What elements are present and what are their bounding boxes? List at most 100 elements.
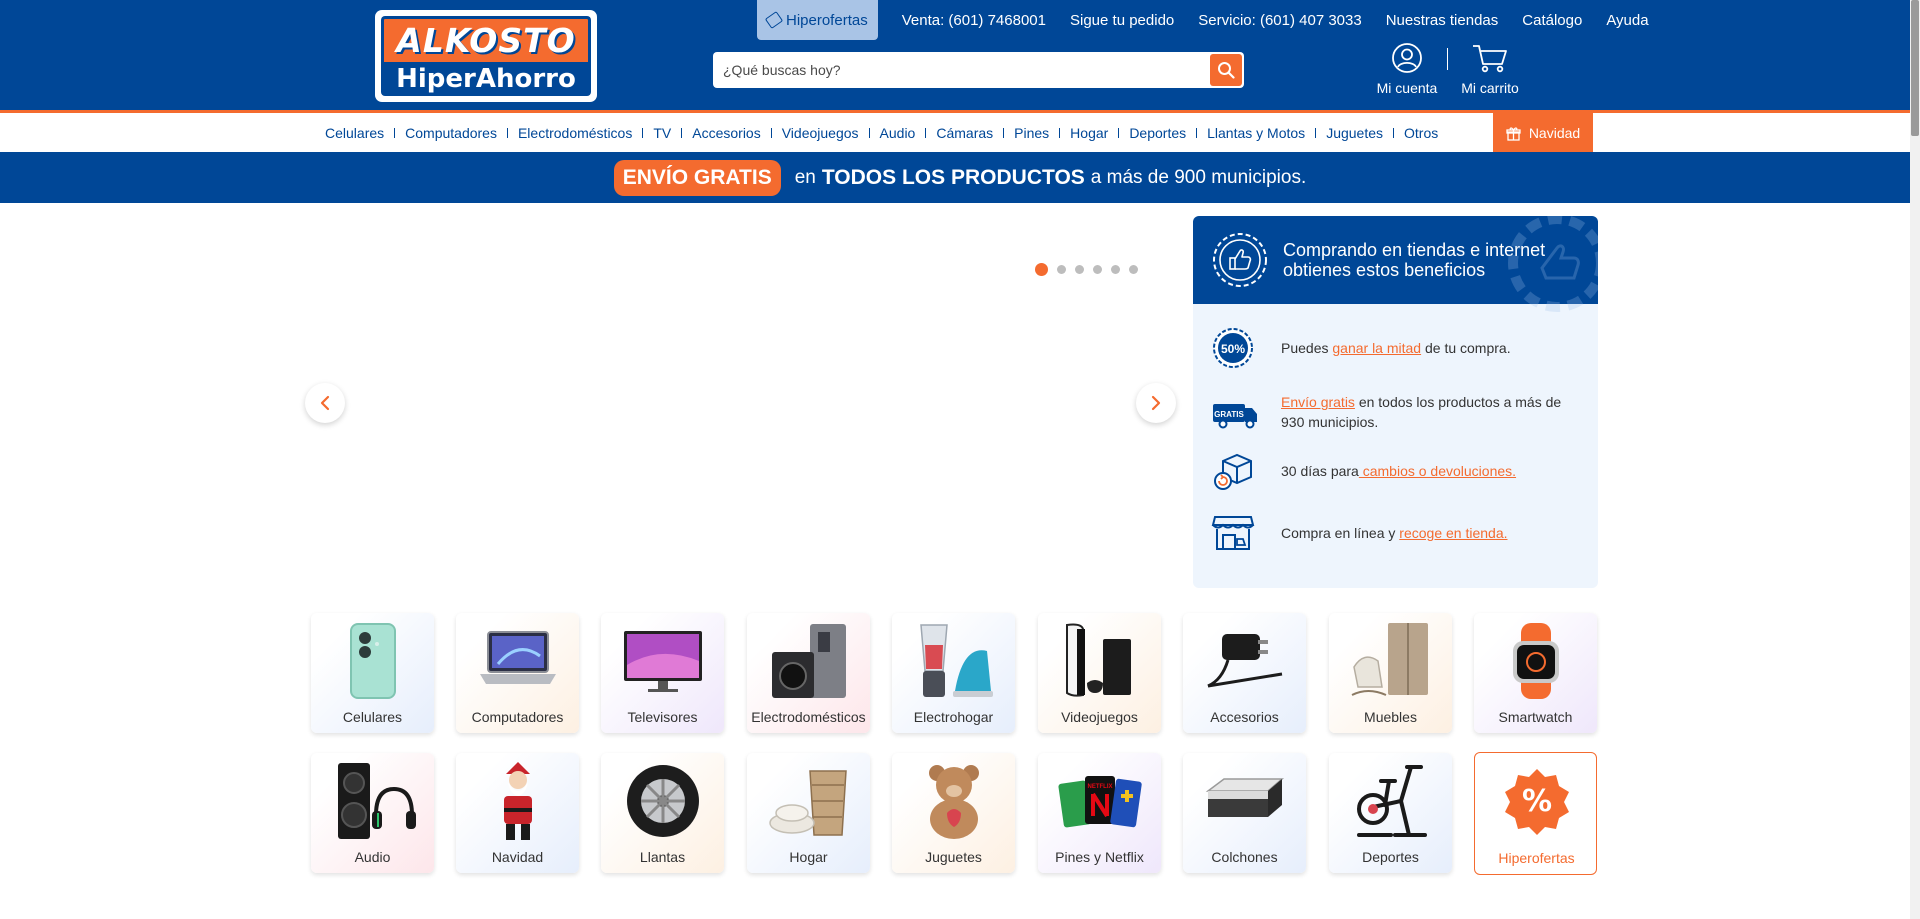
carousel-dot[interactable] — [1057, 265, 1066, 274]
search-bar — [713, 52, 1244, 88]
tile-smartwatch[interactable]: Smartwatch — [1474, 613, 1597, 733]
my-account-link[interactable]: Mi cuenta — [1372, 40, 1442, 96]
carousel-prev-button[interactable] — [305, 383, 345, 423]
exercise-bike-image — [1329, 753, 1452, 848]
tile-label: Videojuegos — [1061, 709, 1138, 725]
nav-hogar[interactable]: Hogar — [1062, 125, 1116, 141]
nav-otros[interactable]: Otros — [1396, 125, 1446, 141]
furniture-image — [1329, 613, 1452, 708]
logo-subtitle: HiperAhorro — [381, 62, 591, 96]
nav-camaras[interactable]: Cámaras — [928, 125, 1001, 141]
search-input[interactable] — [713, 52, 1203, 88]
tile-celulares[interactable]: Celulares — [311, 613, 434, 733]
tile-muebles[interactable]: Muebles — [1329, 613, 1452, 733]
tile-computadores[interactable]: Computadores — [456, 613, 579, 733]
tire-image — [601, 753, 724, 848]
nav-separator — [506, 128, 508, 138]
nav-separator — [868, 128, 870, 138]
tile-televisores[interactable]: Televisores — [601, 613, 724, 733]
tableware-basket-image — [747, 753, 870, 848]
nav-tv[interactable]: TV — [645, 125, 679, 141]
tile-label: Navidad — [491, 849, 544, 865]
tile-electrodomesticos[interactable]: Electrodomésticos — [747, 613, 870, 733]
nav-juguetes[interactable]: Juguetes — [1318, 125, 1391, 141]
nav-llantas-motos[interactable]: Llantas y Motos — [1199, 125, 1313, 141]
discount-symbol-text: % — [1521, 784, 1551, 819]
benefit-free-shipping: GRATIS Envío gratis en todos los product… — [1211, 392, 1576, 432]
nav-separator — [394, 128, 396, 138]
netflix-card-text: NETFLIX — [1087, 784, 1112, 790]
cart-link[interactable]: Mi carrito — [1455, 40, 1525, 96]
nav-electrodomesticos[interactable]: Electrodomésticos — [510, 125, 640, 141]
help-link[interactable]: Ayuda — [1606, 12, 1648, 29]
carousel-dot[interactable] — [1129, 265, 1138, 274]
page-scrollbar[interactable] — [1910, 0, 1920, 919]
catalog-link[interactable]: Catálogo — [1522, 12, 1582, 29]
tile-label: Electrohogar — [913, 709, 994, 725]
chevron-left-icon — [320, 395, 330, 411]
benefits-panel: Comprando en tiendas e internet obtienes… — [1193, 216, 1598, 588]
tile-electrohogar[interactable]: Electrohogar — [892, 613, 1015, 733]
alkosto-logo[interactable]: ALKOSTO HiperAhorro — [375, 10, 597, 102]
benefit-text-pre: Compra en línea y — [1281, 525, 1400, 541]
service-phone-link[interactable]: Servicio: (601) 407 3033 — [1198, 12, 1361, 29]
percent-badge-icon: 50% — [1213, 328, 1253, 368]
carousel-next-button[interactable] — [1136, 383, 1176, 423]
tile-label: Computadores — [471, 709, 564, 725]
promo-text-municipalities: a más de 900 municipios. — [1090, 166, 1307, 188]
hiperofertas-link[interactable]: Hiperofertas — [757, 0, 878, 40]
tile-audio[interactable]: Audio — [311, 753, 434, 873]
nav-separator — [681, 128, 683, 138]
nav-accesorios[interactable]: Accesorios — [684, 125, 768, 141]
returns-link[interactable]: cambios o devoluciones. — [1359, 463, 1516, 479]
tile-videojuegos[interactable]: Videojuegos — [1038, 613, 1161, 733]
nav-audio[interactable]: Audio — [872, 125, 924, 141]
half-back-link[interactable]: ganar la mitad — [1332, 340, 1421, 356]
carousel-dot[interactable] — [1075, 265, 1084, 274]
benefit-text-pre: 30 días para — [1281, 463, 1359, 479]
nav-separator — [1196, 128, 1198, 138]
nav-pines[interactable]: Pines — [1006, 125, 1057, 141]
carousel-dot[interactable] — [1093, 265, 1102, 274]
benefits-header: Comprando en tiendas e internet obtienes… — [1193, 216, 1598, 312]
scrollbar-thumb[interactable] — [1911, 0, 1919, 136]
search-button[interactable] — [1210, 54, 1242, 86]
tile-label: Colchones — [1211, 849, 1278, 865]
benefit-text: Compra en línea y recoge en tienda. — [1281, 523, 1576, 543]
nav-videojuegos[interactable]: Videojuegos — [774, 125, 867, 141]
tile-colchones[interactable]: Colchones — [1183, 753, 1306, 873]
track-order-link[interactable]: Sigue tu pedido — [1070, 12, 1174, 29]
tile-accesorios[interactable]: Accesorios — [1183, 613, 1306, 733]
nav-navidad-tab[interactable]: Navidad — [1493, 113, 1593, 153]
tile-label: Deportes — [1362, 849, 1419, 865]
nav-celulares[interactable]: Celulares — [317, 125, 392, 141]
benefit-half-back: 50% Puedes ganar la mitad de tu compra. — [1211, 326, 1576, 370]
free-shipping-banner[interactable]: ENVÍO GRATIS en TODOS LOS PRODUCTOS a má… — [0, 152, 1920, 203]
tile-pines-netflix[interactable]: NETFLIX Pines y Netflix — [1038, 753, 1161, 873]
sales-phone-link[interactable]: Venta: (601) 7468001 — [902, 12, 1046, 29]
blender-iron-image — [892, 613, 1015, 708]
carousel-dot[interactable] — [1035, 263, 1048, 276]
category-navbar: Celulares Computadores Electrodomésticos… — [0, 113, 1920, 153]
top-navigation: Hiperofertas Venta: (601) 7468001 Sigue … — [757, 0, 1673, 40]
user-icon — [1392, 43, 1422, 73]
free-shipping-link[interactable]: Envío gratis — [1281, 394, 1355, 410]
tile-deportes[interactable]: Deportes — [1329, 753, 1452, 873]
tile-hogar[interactable]: Hogar — [747, 753, 870, 873]
stores-link[interactable]: Nuestras tiendas — [1386, 12, 1499, 29]
nav-deportes[interactable]: Deportes — [1121, 125, 1194, 141]
gift-icon — [1506, 126, 1521, 141]
nav-separator — [1059, 128, 1061, 138]
carousel-dot[interactable] — [1111, 265, 1120, 274]
tile-llantas[interactable]: Llantas — [601, 753, 724, 873]
tile-hiperofertas[interactable]: % Hiperofertas — [1474, 752, 1597, 875]
thumbs-up-badge-icon — [1213, 233, 1267, 287]
tile-juguetes[interactable]: Juguetes — [892, 753, 1015, 873]
cart-icon — [1473, 45, 1507, 73]
santa-image — [456, 753, 579, 848]
tile-navidad[interactable]: Navidad — [456, 753, 579, 873]
navidad-label: Navidad — [1528, 125, 1581, 141]
tile-label: Juguetes — [925, 849, 982, 865]
nav-computadores[interactable]: Computadores — [397, 125, 505, 141]
store-pickup-link[interactable]: recoge en tienda. — [1399, 525, 1507, 541]
